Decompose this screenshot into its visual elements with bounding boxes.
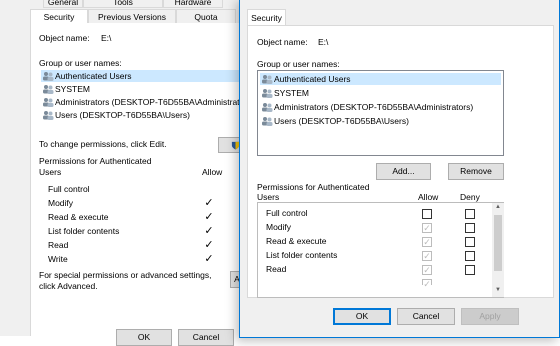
allow-checkbox[interactable]: ✓ bbox=[422, 265, 432, 275]
permissions-dialog: Security Object name: E:\ Group or user … bbox=[239, 0, 560, 338]
user-list[interactable]: Authenticated Users SYSTEM Administrator… bbox=[257, 70, 504, 156]
object-name-value: E:\ bbox=[101, 33, 112, 43]
group-users-label: Group or user names: bbox=[257, 59, 340, 69]
bottom-tab-row: Security Previous Versions Quota bbox=[0, 9, 250, 25]
user-list[interactable]: Authenticated Users SYSTEM Administrator… bbox=[39, 68, 261, 126]
users-group-icon bbox=[262, 117, 273, 126]
add-button[interactable]: Add... bbox=[376, 163, 431, 180]
perm-modify: Modify bbox=[266, 222, 292, 232]
ok-button-back[interactable]: OK bbox=[116, 329, 172, 346]
cancel-button-back[interactable]: Cancel bbox=[178, 329, 234, 346]
deny-checkbox[interactable] bbox=[465, 265, 475, 275]
user-item[interactable]: SYSTEM bbox=[260, 87, 309, 99]
allow-checkbox[interactable]: ✓ bbox=[422, 237, 432, 247]
deny-checkbox[interactable] bbox=[465, 223, 475, 233]
users-group-icon bbox=[43, 85, 54, 94]
deny-checkbox[interactable] bbox=[465, 209, 475, 219]
apply-button[interactable]: Apply bbox=[461, 308, 519, 325]
tab-tools[interactable]: Tools bbox=[83, 0, 163, 8]
perm-list-folder: List folder contents bbox=[48, 226, 120, 236]
allow-check-mark: ✓ bbox=[204, 197, 214, 209]
users-group-icon bbox=[43, 111, 54, 120]
object-name-value: E:\ bbox=[318, 37, 329, 47]
allow-checkbox[interactable] bbox=[422, 209, 432, 219]
object-name-label: Object name: bbox=[39, 33, 90, 43]
allow-check-mark: ✓ bbox=[204, 239, 214, 251]
perm-read: Read bbox=[48, 240, 69, 250]
user-item[interactable]: Administrators (DESKTOP-T6D55BA\Administ… bbox=[41, 96, 254, 108]
user-item[interactable]: SYSTEM bbox=[41, 83, 90, 95]
users-group-icon bbox=[43, 72, 54, 81]
special-permissions-text: For special permissions or advanced sett… bbox=[39, 270, 212, 280]
allow-column-header: Allow bbox=[418, 192, 439, 202]
scroll-thumb[interactable] bbox=[494, 215, 502, 271]
deny-column-header: Deny bbox=[460, 192, 480, 202]
perm-read-execute: Read & execute bbox=[266, 236, 327, 246]
allow-column-header: Allow bbox=[202, 167, 223, 177]
allow-check-mark: ✓ bbox=[204, 225, 214, 237]
deny-checkbox[interactable] bbox=[465, 251, 475, 261]
user-name: Administrators (DESKTOP-T6D55BA\Administ… bbox=[55, 97, 255, 107]
scroll-up-icon[interactable]: ▲ bbox=[492, 204, 504, 210]
user-name: Authenticated Users bbox=[274, 74, 351, 84]
users-group-icon bbox=[262, 89, 273, 98]
user-item[interactable]: Authenticated Users bbox=[260, 73, 501, 85]
user-name: Administrators (DESKTOP-T6D55BA\Administ… bbox=[274, 102, 474, 112]
tab-general[interactable]: General bbox=[43, 0, 83, 8]
user-name: Users (DESKTOP-T6D55BA\Users) bbox=[55, 110, 190, 120]
allow-checkbox[interactable]: ✓ bbox=[422, 251, 432, 261]
user-name: SYSTEM bbox=[274, 88, 309, 98]
perm-full-control: Full control bbox=[266, 208, 308, 218]
deny-checkbox[interactable] bbox=[465, 237, 475, 247]
allow-checkbox[interactable]: ✓ bbox=[422, 223, 432, 233]
perm-read: Read bbox=[266, 264, 287, 274]
perm-write: Write bbox=[48, 254, 68, 264]
user-name: Users (DESKTOP-T6D55BA\Users) bbox=[274, 116, 409, 126]
user-item[interactable]: Administrators (DESKTOP-T6D55BA\Administ… bbox=[260, 101, 473, 113]
users-group-icon bbox=[43, 98, 54, 107]
allow-check-mark: ✓ bbox=[204, 211, 214, 223]
ok-button[interactable]: OK bbox=[333, 308, 391, 325]
allow-checkbox[interactable]: ✓ bbox=[422, 279, 432, 289]
special-permissions-text-2: click Advanced. bbox=[39, 281, 98, 291]
user-item[interactable]: Users (DESKTOP-T6D55BA\Users) bbox=[260, 115, 409, 127]
perm-full-control: Full control bbox=[48, 184, 90, 194]
tab-quota[interactable]: Quota bbox=[176, 9, 236, 24]
permissions-header: Permissions for Authenticated bbox=[257, 182, 370, 192]
top-tab-row: General Tools Hardware bbox=[0, 0, 250, 9]
users-group-icon bbox=[262, 75, 273, 84]
permissions-header: Permissions for Authenticated bbox=[39, 156, 152, 166]
tab-previous-versions[interactable]: Previous Versions bbox=[88, 9, 176, 24]
users-group-icon bbox=[262, 103, 273, 112]
tab-security[interactable]: Security bbox=[247, 9, 286, 26]
cancel-button[interactable]: Cancel bbox=[397, 308, 455, 325]
security-panel: Object name: E:\ Group or user names: Au… bbox=[247, 25, 554, 298]
remove-button[interactable]: Remove bbox=[448, 163, 504, 180]
user-item[interactable]: Authenticated Users bbox=[41, 70, 261, 82]
user-item[interactable]: Users (DESKTOP-T6D55BA\Users) bbox=[41, 109, 190, 121]
perm-read-execute: Read & execute bbox=[48, 212, 109, 222]
permissions-scrollbar[interactable]: ▲ ▼ bbox=[492, 203, 504, 297]
allow-check-mark: ✓ bbox=[204, 253, 214, 265]
object-name-label: Object name: bbox=[257, 37, 308, 47]
group-users-label: Group or user names: bbox=[39, 58, 122, 68]
perm-list-folder: List folder contents bbox=[266, 250, 338, 260]
perm-modify: Modify bbox=[48, 198, 74, 208]
permissions-header-user: Users bbox=[39, 167, 62, 177]
change-permissions-text: To change permissions, click Edit. bbox=[39, 139, 167, 149]
permissions-list: Full control Modify Read & execute List … bbox=[257, 202, 504, 298]
user-name: SYSTEM bbox=[55, 84, 90, 94]
user-name: Authenticated Users bbox=[55, 71, 132, 81]
permissions-header-user: Users bbox=[257, 192, 280, 202]
scroll-down-icon[interactable]: ▼ bbox=[492, 287, 504, 293]
tab-hardware[interactable]: Hardware bbox=[163, 0, 223, 8]
allow-check-mark bbox=[204, 184, 214, 194]
